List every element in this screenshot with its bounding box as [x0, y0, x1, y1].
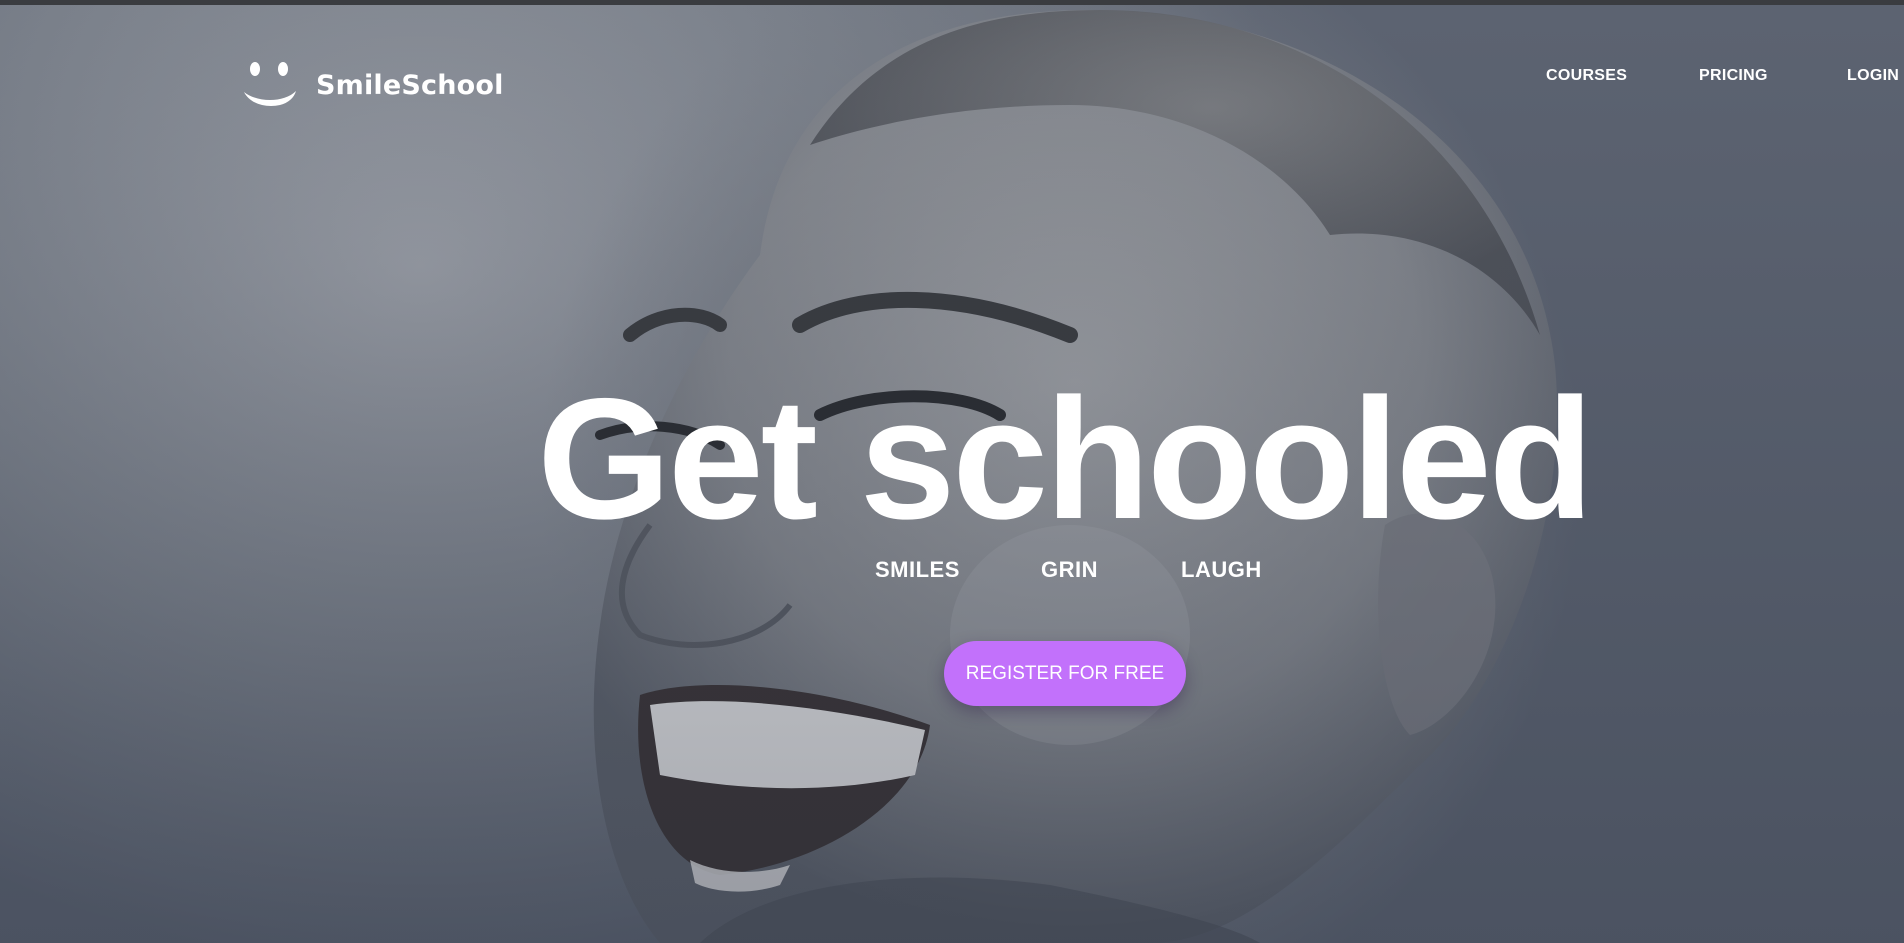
nav-link-courses[interactable]: COURSES	[1546, 67, 1627, 85]
hero-tag-laugh: LAUGH	[1181, 557, 1262, 582]
window-top-bar	[0, 0, 1904, 5]
nav-link-login[interactable]: LOGIN	[1847, 67, 1899, 85]
hero-section: SmileSchool COURSES PRICING LOGIN Get sc…	[0, 5, 1904, 943]
hero-tags: SMILES GRIN LAUGH	[0, 557, 1904, 587]
hero-headline: Get schooled	[537, 363, 1594, 555]
register-button[interactable]: REGISTER FOR FREE	[944, 641, 1186, 706]
hero-tag-grin: GRIN	[1041, 557, 1098, 582]
top-navigation: SmileSchool COURSES PRICING LOGIN	[0, 5, 1904, 155]
nav-links: COURSES PRICING LOGIN	[0, 67, 1904, 91]
nav-link-pricing[interactable]: PRICING	[1699, 67, 1768, 85]
hero-tag-smiles: SMILES	[875, 557, 960, 582]
